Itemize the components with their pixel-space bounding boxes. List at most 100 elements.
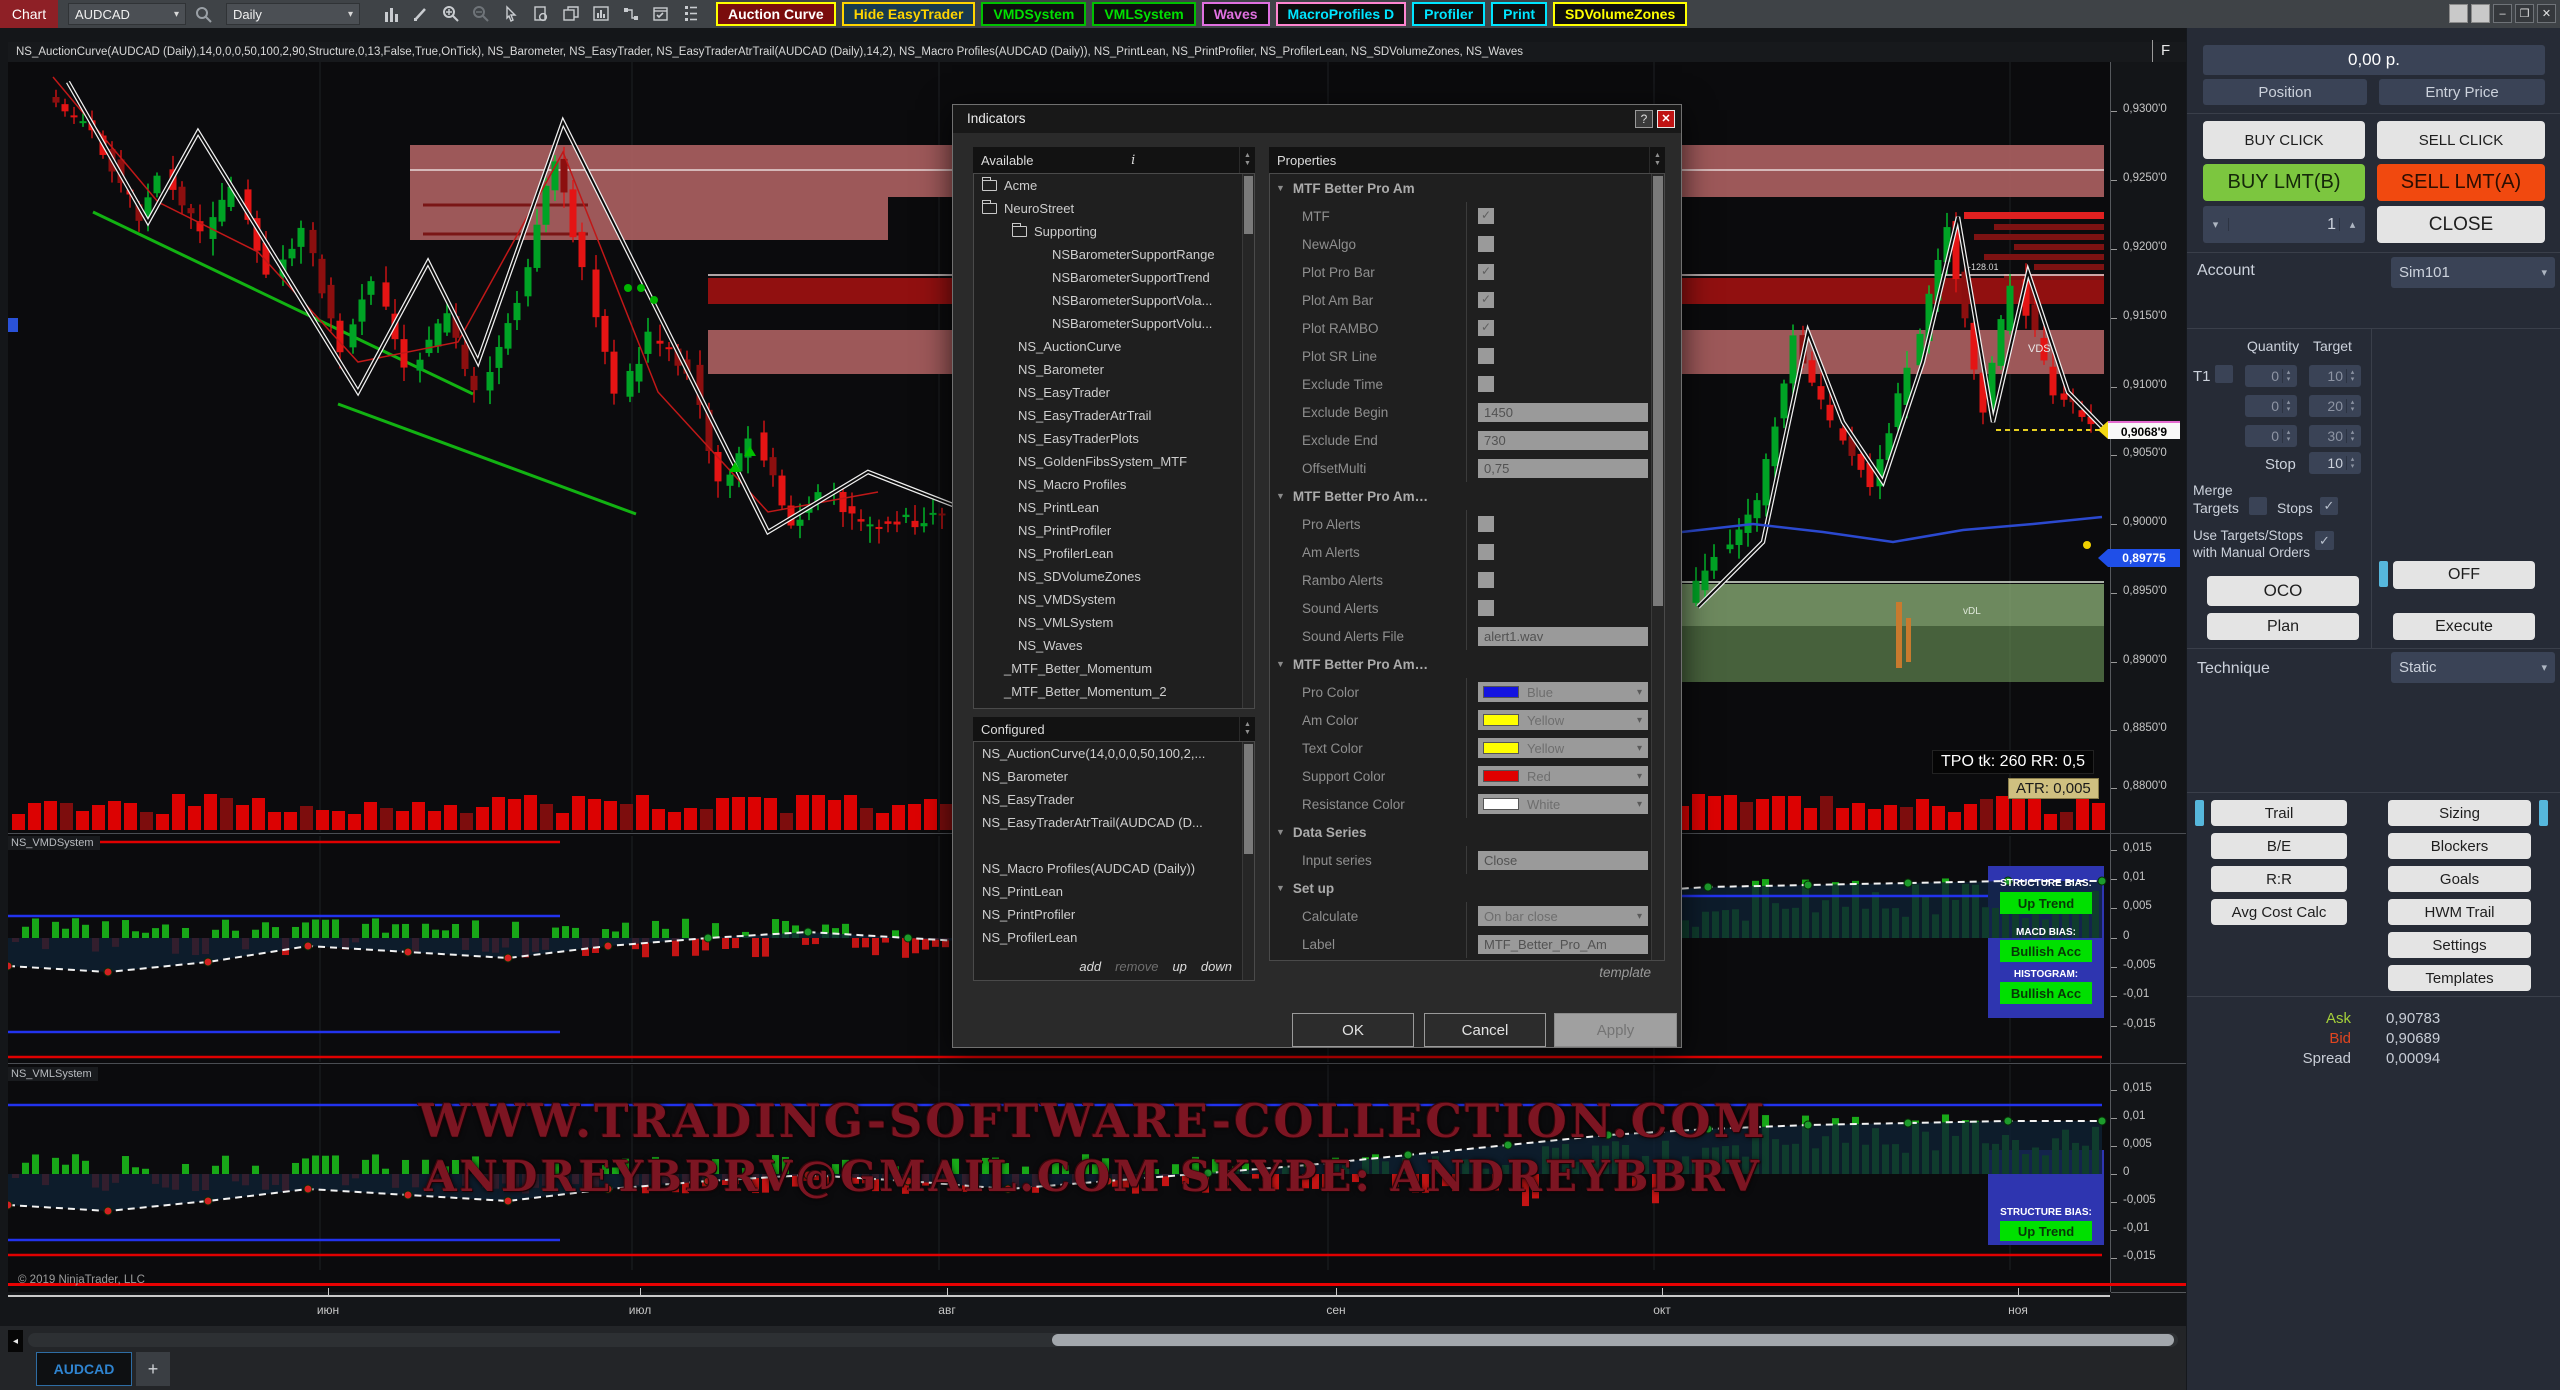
tree-item-ns-waves[interactable]: NS_Waves xyxy=(974,634,1254,657)
property-color-select[interactable]: White▾ xyxy=(1478,794,1648,814)
templates-button[interactable]: Templates xyxy=(2388,965,2531,991)
collapse-icon[interactable]: ▼ xyxy=(1276,827,1285,837)
settings-button[interactable]: Settings xyxy=(2388,932,2531,958)
property-row-am-alerts[interactable]: Am Alerts xyxy=(1270,538,1664,566)
node-path-icon[interactable] xyxy=(618,3,644,25)
property-row-input-series[interactable]: Input seriesClose xyxy=(1270,846,1664,874)
property-row-exclude-end[interactable]: Exclude End730 xyxy=(1270,426,1664,454)
property-row-label[interactable]: LabelMTF_Better_Pro_Am xyxy=(1270,930,1664,958)
property-row-text-color[interactable]: Text ColorYellow▾ xyxy=(1270,734,1664,762)
position-button[interactable]: Position xyxy=(2203,79,2367,105)
goals-button[interactable]: Goals xyxy=(2388,866,2531,892)
add-tab-button[interactable]: + xyxy=(136,1352,170,1386)
property-checkbox[interactable] xyxy=(1478,516,1494,532)
tree-item-nsbarometersupportvola-[interactable]: NSBarometerSupportVola... xyxy=(974,289,1254,312)
qty-stepper-1[interactable]: 0▴▾ xyxy=(2245,365,2297,387)
property-row-set-up[interactable]: ▼Set up xyxy=(1270,874,1664,902)
property-select[interactable]: On bar close▾ xyxy=(1478,906,1648,926)
close-button[interactable]: ✕ xyxy=(2537,4,2556,23)
qty-stepper-2[interactable]: 0▴▾ xyxy=(2245,395,2297,417)
property-row-mtf-better-pro-am-[interactable]: ▼MTF Better Pro Am… xyxy=(1270,482,1664,510)
merge-targets-checkbox[interactable] xyxy=(2249,497,2267,515)
tree-folder-acme[interactable]: Acme xyxy=(974,174,1254,197)
oco-button[interactable]: OCO xyxy=(2207,576,2359,606)
zoom-in-icon[interactable] xyxy=(438,3,464,25)
scroll-arrows[interactable]: ▲▼ xyxy=(1239,147,1255,173)
stepper-down-icon[interactable]: ▾ xyxy=(2203,218,2229,231)
collapse-icon[interactable]: ▼ xyxy=(1276,659,1285,669)
doc-search-icon[interactable] xyxy=(528,3,554,25)
price-axis[interactable]: 0,9300'00,9250'00,9200'00,9150'00,9100'0… xyxy=(2110,62,2186,1292)
property-checkbox[interactable] xyxy=(1478,544,1494,560)
property-color-select[interactable]: Yellow▾ xyxy=(1478,738,1648,758)
configured-item[interactable]: NS_EasyTrader xyxy=(974,788,1254,811)
property-row-offsetmulti[interactable]: OffsetMulti0,75 xyxy=(1270,454,1664,482)
template-link[interactable]: template xyxy=(1599,965,1651,980)
property-input[interactable]: 0,75 xyxy=(1478,459,1648,478)
dialog-close-button[interactable]: ✕ xyxy=(1657,110,1675,128)
stepper-up-icon[interactable]: ▴ xyxy=(2339,218,2365,231)
target-stepper-1[interactable]: 10▴▾ xyxy=(2309,365,2361,387)
property-row-plot-am-bar[interactable]: Plot Am Bar✓ xyxy=(1270,286,1664,314)
property-checkbox[interactable]: ✓ xyxy=(1478,208,1494,224)
tree-item-ns-vmlsystem[interactable]: NS_VMLSystem xyxy=(974,611,1254,634)
chart-box-icon[interactable] xyxy=(588,3,614,25)
collapse-icon[interactable]: ▼ xyxy=(1276,491,1285,501)
ok-button[interactable]: OK xyxy=(1292,1013,1414,1047)
property-row-am-color[interactable]: Am ColorYellow▾ xyxy=(1270,706,1664,734)
technique-select[interactable]: Static▾ xyxy=(2391,652,2555,683)
entry-price-button[interactable]: Entry Price xyxy=(2379,79,2545,105)
r-r-button[interactable]: R:R xyxy=(2211,866,2347,892)
vertical-scrollbar[interactable] xyxy=(1242,742,1254,980)
property-input[interactable]: alert1.wav xyxy=(1478,627,1648,646)
close-position-button[interactable]: CLOSE xyxy=(2377,206,2545,243)
configured-item[interactable] xyxy=(974,834,1254,857)
property-checkbox[interactable]: ✓ xyxy=(1478,292,1494,308)
use-targets-checkbox[interactable]: ✓ xyxy=(2315,531,2334,550)
available-list[interactable]: AcmeNeuroStreetSupportingNSBarometerSupp… xyxy=(973,173,1255,709)
property-row-mtf-better-pro-am[interactable]: ▼MTF Better Pro Am xyxy=(1270,174,1664,202)
bars-icon[interactable] xyxy=(378,3,404,25)
configured-item[interactable]: NS_Macro Profiles(AUDCAD (Daily)) xyxy=(974,857,1254,880)
scrollbar-thumb[interactable] xyxy=(1052,1334,2174,1346)
window-tile-icon[interactable] xyxy=(2449,4,2468,23)
off-button[interactable]: OFF xyxy=(2393,561,2535,589)
minimize-button[interactable]: – xyxy=(2493,4,2512,23)
property-checkbox[interactable] xyxy=(1478,376,1494,392)
scrollbar-thumb[interactable] xyxy=(1244,744,1253,854)
tree-item-ns-profilerlean[interactable]: NS_ProfilerLean xyxy=(974,542,1254,565)
up-action[interactable]: up xyxy=(1172,959,1186,974)
remove-action[interactable]: remove xyxy=(1115,959,1158,974)
zoom-out-icon[interactable] xyxy=(468,3,494,25)
toolbar-toggle-vmdsystem[interactable]: VMDSystem xyxy=(981,2,1086,26)
tree-item-nsbarometersupportvolu-[interactable]: NSBarometerSupportVolu... xyxy=(974,312,1254,335)
property-color-select[interactable]: Blue▾ xyxy=(1478,682,1648,702)
property-row-plot-rambo[interactable]: Plot RAMBO✓ xyxy=(1270,314,1664,342)
tree-folder-neurostreet[interactable]: NeuroStreet xyxy=(974,197,1254,220)
property-row-data-series[interactable]: ▼Data Series xyxy=(1270,818,1664,846)
property-checkbox[interactable]: ✓ xyxy=(1478,320,1494,336)
tree-item-ns-printprofiler[interactable]: NS_PrintProfiler xyxy=(974,519,1254,542)
property-checkbox[interactable]: ✓ xyxy=(1478,264,1494,280)
property-row-pro-color[interactable]: Pro ColorBlue▾ xyxy=(1270,678,1664,706)
t1-checkbox[interactable] xyxy=(2215,365,2233,383)
quantity-stepper[interactable]: ▾ 1 ▴ xyxy=(2203,206,2365,243)
tree-item-ns-goldenfibssystem-mtf[interactable]: NS_GoldenFibsSystem_MTF xyxy=(974,450,1254,473)
b-e-button[interactable]: B/E xyxy=(2211,833,2347,859)
window-copy-icon[interactable] xyxy=(558,3,584,25)
interval-select[interactable]: Daily ▾ xyxy=(226,3,360,25)
buy-limit-button[interactable]: BUY LMT(B) xyxy=(2203,164,2365,201)
property-color-select[interactable]: Yellow▾ xyxy=(1478,710,1648,730)
account-select[interactable]: Sim101▾ xyxy=(2391,257,2555,288)
scroll-arrows[interactable]: ▲▼ xyxy=(1649,147,1665,173)
restore-button[interactable]: ❒ xyxy=(2515,4,2534,23)
configured-item[interactable]: NS_AuctionCurve(14,0,0,0,50,100,2,... xyxy=(974,742,1254,765)
scroll-arrows[interactable]: ▲▼ xyxy=(1239,717,1255,741)
tree-item-ns-easytraderplots[interactable]: NS_EasyTraderPlots xyxy=(974,427,1254,450)
trail-button[interactable]: Trail xyxy=(2211,800,2347,826)
property-row-exclude-begin[interactable]: Exclude Begin1450 xyxy=(1270,398,1664,426)
add-action[interactable]: add xyxy=(1079,959,1101,974)
configured-list[interactable]: addremoveupdown NS_AuctionCurve(14,0,0,0… xyxy=(973,741,1255,981)
property-checkbox[interactable] xyxy=(1478,600,1494,616)
tree-item-ns-auctioncurve[interactable]: NS_AuctionCurve xyxy=(974,335,1254,358)
